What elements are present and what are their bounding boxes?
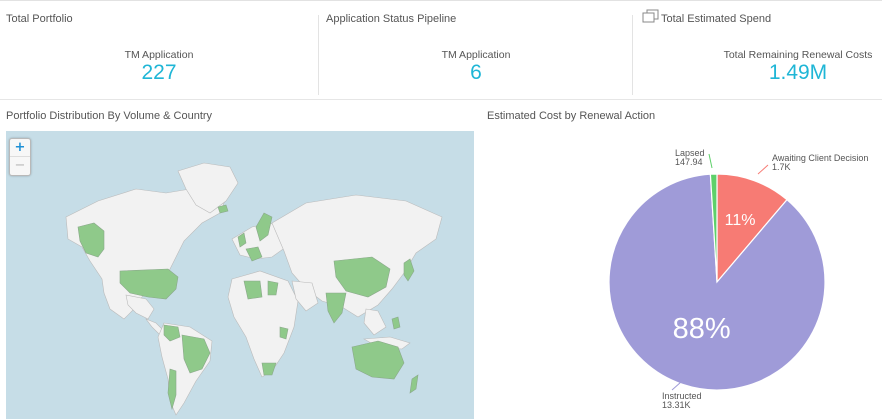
map-land-africa: [227, 270, 299, 378]
map-country-philippines: [391, 316, 401, 330]
kpi-divider: [318, 15, 319, 95]
pie-percent-label: 11%: [725, 212, 756, 229]
pie-callout-line: [757, 164, 769, 175]
zoom-out-button[interactable]: −: [10, 157, 30, 175]
kpi-total-portfolio: Total Portfolio TM Application 227: [0, 1, 318, 101]
kpi-value[interactable]: 1.49M: [674, 61, 882, 85]
zoom-control: + −: [9, 138, 31, 176]
kpi-title: Total Portfolio: [6, 13, 73, 25]
map-country-new-zealand: [409, 374, 419, 394]
map-land-se-asia: [363, 308, 387, 336]
pie-panel-title: Estimated Cost by Renewal Action: [487, 110, 656, 122]
kpi-label: Total Remaining Renewal Costs: [723, 49, 873, 61]
kpi-total-estimated-spend: Total Estimated Spend Total Remaining Re…: [634, 1, 882, 101]
kpi-title: Application Status Pipeline: [326, 13, 457, 25]
zoom-in-button[interactable]: +: [10, 139, 30, 157]
export-icon[interactable]: [642, 9, 660, 28]
map-country-australia: [351, 340, 405, 380]
map-land-mexico: [125, 294, 155, 320]
pie-percent-label: 88%: [673, 313, 731, 345]
kpi-row: Total Portfolio TM Application 227 Appli…: [0, 0, 882, 100]
kpi-value[interactable]: 6: [320, 61, 632, 85]
kpi-title: Total Estimated Spend: [661, 13, 772, 25]
pie-callout-line: [708, 153, 713, 169]
map-country-japan: [403, 258, 415, 282]
map-country-india: [325, 292, 347, 324]
kpi-value[interactable]: 227: [0, 61, 318, 85]
map-country-south-africa: [261, 362, 277, 376]
kpi-divider: [632, 15, 633, 95]
kpi-label: TM Application: [441, 49, 511, 61]
world-map[interactable]: [6, 131, 474, 419]
kpi-label: TM Application: [124, 49, 194, 61]
map-country-alaska: [77, 222, 105, 258]
world-map-svg[interactable]: [6, 131, 474, 419]
map-panel-title: Portfolio Distribution By Volume & Count…: [6, 110, 213, 122]
pie-callout-value: 147.94: [675, 157, 703, 167]
pie-callout-value: 1.7K: [772, 162, 791, 172]
pie-callout-line: [671, 381, 682, 391]
renewal-pie-chart[interactable]: 11%88%Awaiting Client Decision1.7KInstru…: [476, 122, 882, 419]
kpi-application-status: Application Status Pipeline TM Applicati…: [320, 1, 632, 101]
map-country-egypt: [267, 280, 279, 296]
pie-callout-value: 13.31K: [662, 400, 691, 410]
